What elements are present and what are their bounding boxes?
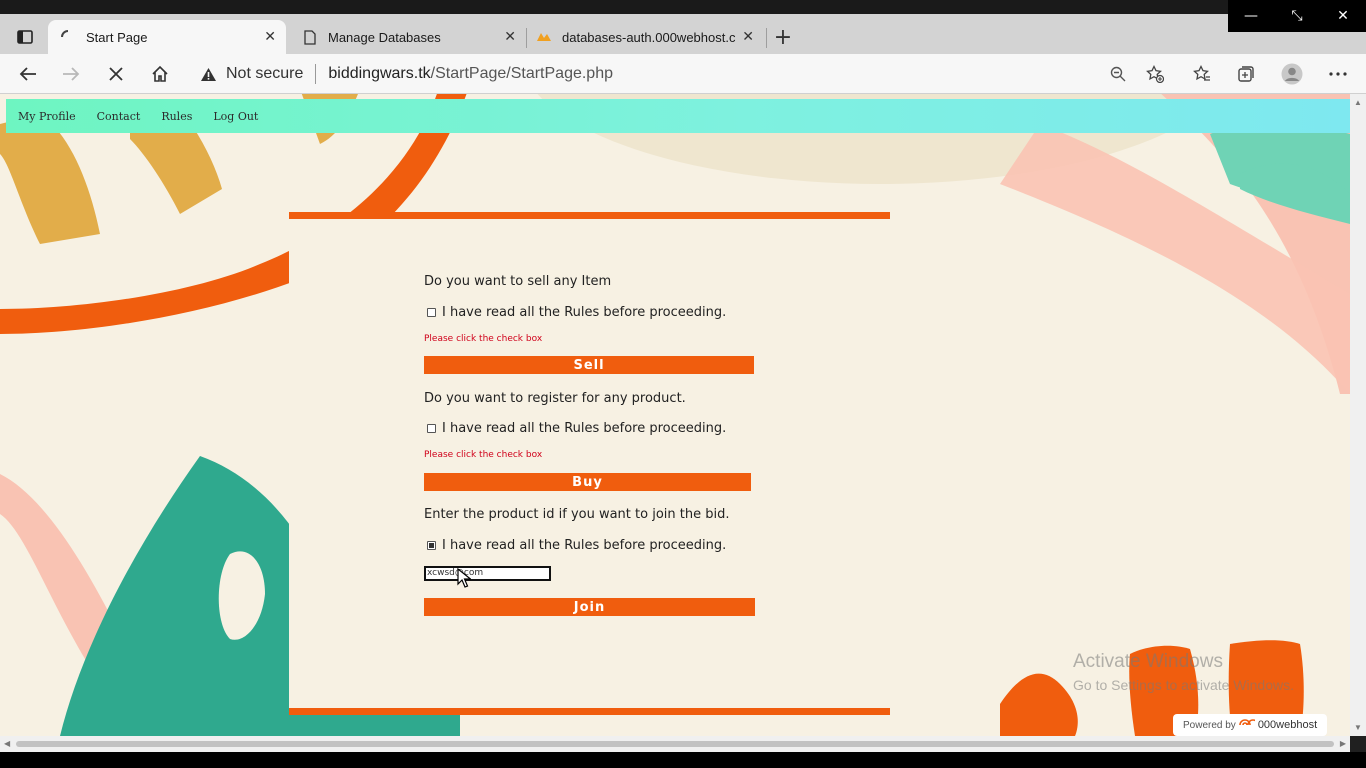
- sell-button[interactable]: Sell: [424, 356, 754, 374]
- favorites-button[interactable]: [1190, 62, 1214, 86]
- activate-windows-title: Activate Windows: [1073, 651, 1223, 672]
- page-icon: [302, 29, 318, 45]
- sell-question: Do you want to sell any Item: [424, 274, 612, 289]
- sell-rules-label: I have read all the Rules before proceed…: [442, 305, 727, 320]
- zoom-button[interactable]: [1106, 62, 1130, 86]
- home-button[interactable]: [148, 62, 172, 86]
- back-arrow-icon: [19, 67, 36, 81]
- url-host: biddingwars.tk: [328, 65, 431, 82]
- avatar-icon: [1281, 63, 1303, 85]
- buy-rules-checkbox[interactable]: [427, 424, 436, 433]
- buy-error-message: Please click the check box: [424, 450, 543, 460]
- zoom-out-icon: [1110, 66, 1126, 82]
- close-tab-icon[interactable]: ✕: [742, 29, 754, 45]
- scroll-right-icon[interactable]: ▶: [1340, 739, 1346, 748]
- stop-loading-button[interactable]: [104, 62, 128, 86]
- join-rules-label: I have read all the Rules before proceed…: [442, 538, 727, 553]
- more-icon: [1329, 72, 1347, 76]
- join-question: Enter the product id if you want to join…: [424, 507, 730, 522]
- pma-icon: [536, 29, 552, 45]
- forward-button[interactable]: [59, 62, 83, 86]
- tab-databases-auth[interactable]: databases-auth.000webhost.com ✕: [524, 20, 764, 54]
- star-add-icon: [1146, 65, 1164, 83]
- restore-button[interactable]: ⤡: [1274, 0, 1320, 32]
- web-page: My Profile Contact Rules Log Out Do you …: [0, 94, 1350, 736]
- new-tab-button[interactable]: +: [772, 25, 794, 50]
- join-button[interactable]: Join: [424, 598, 755, 616]
- product-id-input[interactable]: xcwsd@com: [424, 566, 551, 581]
- window-controls: — ⤡ ✕: [1228, 0, 1366, 32]
- collections-button[interactable]: [1234, 62, 1258, 86]
- forward-arrow-icon: [63, 67, 80, 81]
- tab-actions-icon: [17, 30, 33, 44]
- back-button[interactable]: [16, 62, 40, 86]
- site-navbar: My Profile Contact Rules Log Out: [6, 99, 1350, 133]
- action-card: Do you want to sell any Item I have read…: [289, 212, 890, 715]
- collections-icon: [1238, 66, 1254, 82]
- settings-menu-button[interactable]: [1326, 62, 1350, 86]
- scroll-up-icon[interactable]: ▲: [1354, 98, 1362, 107]
- tab-start-page[interactable]: Start Page ✕: [48, 20, 286, 54]
- stop-icon: [109, 67, 123, 81]
- browser-window: — ⤡ ✕ Start Page ✕ Manage Databases ✕ da…: [0, 0, 1366, 768]
- minimize-button[interactable]: —: [1228, 0, 1274, 32]
- nav-rules[interactable]: Rules: [161, 110, 192, 123]
- sell-error-message: Please click the check box: [424, 334, 543, 344]
- tab-label: Manage Databases: [328, 29, 441, 45]
- buy-rules-label: I have read all the Rules before proceed…: [442, 421, 727, 436]
- tab-actions-button[interactable]: [12, 24, 38, 50]
- mouse-cursor-icon: [457, 568, 471, 588]
- scrollbar-thumb[interactable]: [16, 741, 1334, 747]
- profile-button[interactable]: [1280, 62, 1304, 86]
- powered-by-label: Powered by: [1183, 719, 1236, 731]
- activate-windows-subtitle: Go to Settings to activate Windows.: [1073, 677, 1294, 693]
- add-favorite-button[interactable]: [1143, 62, 1167, 86]
- warning-icon: [198, 67, 218, 82]
- join-rules-checkbox[interactable]: [427, 541, 436, 550]
- vertical-scrollbar[interactable]: ▲ ▼: [1350, 94, 1366, 736]
- powered-by-badge[interactable]: Powered by 000webhost: [1173, 714, 1327, 736]
- url-path: /StartPage/StartPage.php: [430, 65, 613, 82]
- scroll-left-icon[interactable]: ◀: [4, 739, 10, 748]
- buy-button[interactable]: Buy: [424, 473, 751, 491]
- nav-my-profile[interactable]: My Profile: [18, 110, 76, 123]
- close-tab-icon[interactable]: ✕: [264, 29, 276, 45]
- tab-manage-databases[interactable]: Manage Databases ✕: [290, 20, 526, 54]
- favorites-icon: [1193, 65, 1210, 81]
- powered-by-brand: 000webhost: [1257, 719, 1318, 731]
- buy-question: Do you want to register for any product.: [424, 391, 686, 406]
- close-tab-icon[interactable]: ✕: [504, 29, 516, 45]
- scroll-down-icon[interactable]: ▼: [1354, 723, 1362, 732]
- nav-log-out[interactable]: Log Out: [213, 110, 258, 123]
- webhost-logo-icon: [1239, 719, 1255, 726]
- loading-icon: [60, 29, 76, 45]
- close-window-button[interactable]: ✕: [1320, 0, 1366, 32]
- horizontal-scrollbar[interactable]: ◀ ▶: [0, 736, 1350, 752]
- browser-toolbar: Not secure biddingwars.tk/StartPage/Star…: [0, 54, 1366, 94]
- sell-rules-checkbox[interactable]: [427, 308, 436, 317]
- bottom-strip: [0, 752, 1366, 768]
- security-label[interactable]: Not secure: [226, 65, 303, 83]
- tab-label: Start Page: [86, 29, 148, 45]
- home-icon: [152, 65, 168, 82]
- nav-contact[interactable]: Contact: [97, 110, 141, 123]
- title-strip: [0, 0, 1366, 14]
- address-bar[interactable]: Not secure biddingwars.tk/StartPage/Star…: [190, 59, 1090, 89]
- url-text[interactable]: biddingwars.tk/StartPage/StartPage.php: [328, 65, 613, 83]
- tab-label: databases-auth.000webhost.com: [562, 29, 736, 45]
